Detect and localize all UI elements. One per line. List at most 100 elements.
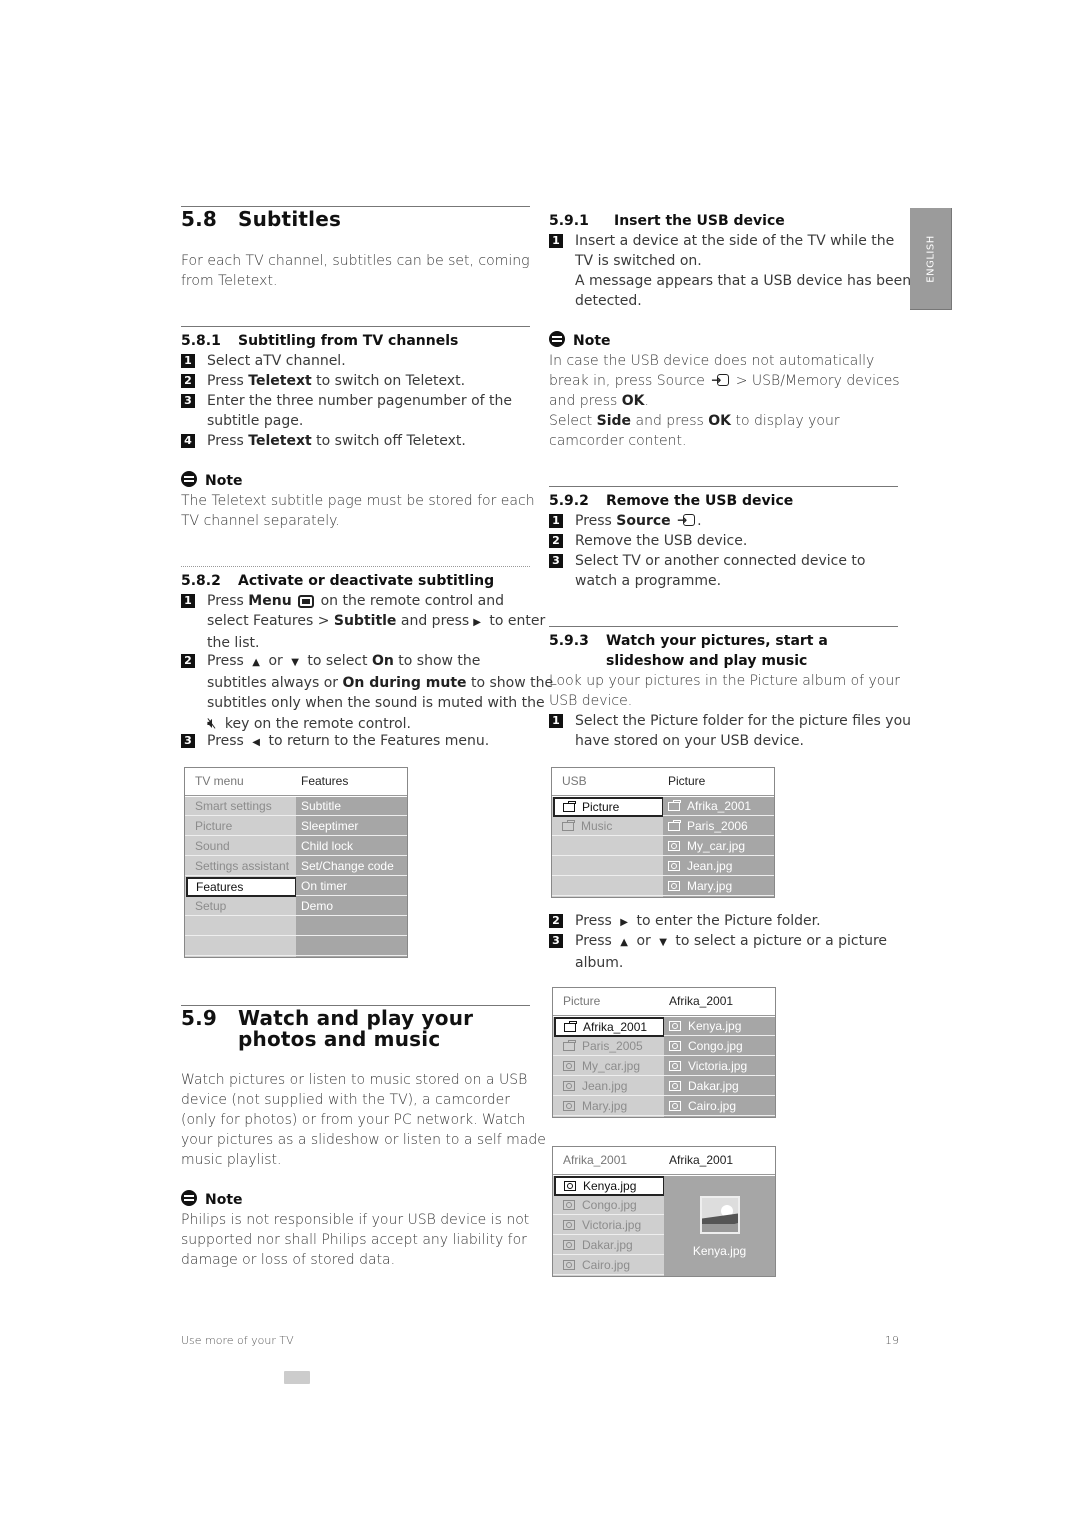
menu-row[interactable]: Paris_2006 — [663, 817, 774, 836]
camera-icon — [669, 1061, 681, 1071]
left-arrow-icon: ◀ — [252, 737, 260, 748]
up-arrow-icon: ▲ — [252, 657, 260, 668]
menu-row[interactable]: Subtitle — [296, 797, 407, 816]
menu-row[interactable]: Afrika_2001 — [663, 797, 774, 816]
step-item: 1 Insert a device at the side of the TV … — [549, 231, 911, 311]
menu-row[interactable]: Smart settings — [185, 797, 296, 816]
menu-left-column: Picture Music — [552, 797, 664, 897]
menu-row-label: Setup — [195, 899, 227, 913]
camera-icon — [669, 1081, 681, 1091]
menu-row[interactable]: Set/Change code — [296, 857, 407, 876]
menu-row-label: Victoria.jpg — [582, 1218, 642, 1232]
menu-header: TV menu Features — [185, 768, 407, 796]
text: Press — [207, 653, 249, 669]
menu-row-label: Dakar.jpg — [582, 1238, 633, 1252]
menu-row[interactable]: Cairo.jpg — [553, 1256, 664, 1275]
menu-row[interactable]: Sleeptimer — [296, 817, 407, 836]
menu-row[interactable]: Demo — [296, 897, 407, 916]
text: The Teletext subtitle page must be store… — [181, 493, 535, 509]
text: to enter — [484, 613, 546, 629]
text: on the remote control and — [316, 593, 505, 609]
menu-row[interactable]: Jean.jpg — [553, 1077, 664, 1096]
menu-row[interactable]: Mary.jpg — [553, 1097, 664, 1116]
text: break in, press Source — [549, 373, 710, 389]
text: watch a programme. — [575, 573, 722, 589]
menu-row-label: Jean.jpg — [582, 1079, 628, 1093]
subsection-number: 5.9.2 — [549, 493, 589, 509]
menu-row[interactable]: My_car.jpg — [553, 1057, 664, 1076]
menu-header: USB Picture — [552, 768, 774, 796]
menu-left-column: Afrika_2001 Paris_2005 My_car.jpg Jean.jpg M… — [553, 1017, 665, 1117]
step-text: Press Source . — [575, 510, 702, 531]
menu-row-label: Victoria.jpg — [688, 1059, 748, 1073]
menu-row[interactable]: Sound — [185, 837, 296, 856]
menu-row[interactable]: Victoria.jpg — [664, 1057, 775, 1076]
step-number-badge: 3 — [181, 394, 195, 408]
menu-row[interactable]: Kenya.jpg — [554, 1176, 665, 1196]
menu-row[interactable]: Mary.jpg — [663, 877, 774, 896]
menu-row[interactable]: Jean.jpg — [663, 857, 774, 876]
menu-header-right: Afrika_2001 — [669, 994, 734, 1008]
menu-header-left: TV menu — [195, 774, 244, 788]
menu-row-label: On timer — [301, 879, 348, 893]
menu-header-left: Afrika_2001 — [563, 1153, 628, 1167]
text: (only for photos) or from your PC networ… — [181, 1112, 526, 1128]
step-number-badge: 2 — [181, 654, 195, 668]
camera-icon — [669, 1041, 681, 1051]
menu-row[interactable]: On timer — [296, 877, 407, 896]
footer-section-title: Use more of your TV — [181, 1334, 294, 1347]
menu-row-label: Congo.jpg — [582, 1198, 637, 1212]
menu-header: Picture Afrika_2001 — [553, 988, 775, 1016]
menu-row[interactable] — [296, 917, 407, 936]
menu-row[interactable]: Afrika_2001 — [554, 1017, 665, 1037]
down-arrow-icon: ▼ — [659, 937, 667, 948]
step-text: Press ▶ to enter the Picture folder. — [575, 911, 821, 933]
menu-row[interactable]: Dakar.jpg — [664, 1077, 775, 1096]
text: or — [632, 933, 656, 949]
menu-row-label: Smart settings — [195, 799, 272, 813]
note-heading: Note — [181, 471, 243, 491]
step-item: 1 Press Menu on the remote control and s… — [181, 591, 545, 651]
note-text: The Teletext subtitle page must be store… — [181, 491, 536, 531]
image-thumbnail — [700, 1196, 740, 1234]
menu-row[interactable]: Cairo.jpg — [664, 1097, 775, 1116]
step-number-badge: 1 — [549, 514, 563, 528]
menu-row[interactable] — [552, 837, 663, 856]
album-menu-screenshot: Afrika_2001 Afrika_2001 Kenya.jpg Congo.j… — [552, 1146, 776, 1277]
menu-row[interactable]: Kenya.jpg — [664, 1017, 775, 1036]
menu-row[interactable]: Music — [552, 817, 663, 836]
menu-row[interactable] — [296, 937, 407, 956]
menu-row[interactable]: Setup — [185, 897, 296, 916]
folder-icon — [564, 1021, 577, 1032]
menu-row[interactable]: Child lock — [296, 837, 407, 856]
menu-row[interactable]: Features — [186, 877, 297, 897]
menu-row[interactable]: Victoria.jpg — [553, 1216, 664, 1235]
menu-row[interactable]: Picture — [185, 817, 296, 836]
text: your pictures as a slideshow or listen t… — [181, 1132, 546, 1148]
text: Press — [207, 373, 249, 389]
note-text: Philips is not responsible if your USB d… — [181, 1210, 541, 1270]
menu-row-label: Picture — [582, 800, 620, 814]
menu-row[interactable] — [552, 877, 663, 896]
menu-row[interactable]: Paris_2005 — [553, 1037, 664, 1056]
step-item: 1 Select the Picture folder for the pict… — [549, 711, 911, 751]
note-text: In case the USB device does not automati… — [549, 351, 909, 451]
language-tab-label: ENGLISH — [925, 234, 936, 283]
menu-header-left: Picture — [563, 994, 601, 1008]
menu-row[interactable]: Congo.jpg — [553, 1196, 664, 1215]
text: subtitle page. — [207, 413, 304, 429]
menu-row[interactable] — [185, 937, 296, 956]
menu-row[interactable] — [552, 857, 663, 876]
subsection-number: 5.8.1 — [181, 333, 221, 349]
text: In case the USB device does not automati… — [549, 353, 875, 369]
menu-row[interactable] — [185, 917, 296, 936]
menu-row[interactable]: Dakar.jpg — [553, 1236, 664, 1255]
menu-row[interactable]: My_car.jpg — [663, 837, 774, 856]
menu-row[interactable]: Congo.jpg — [664, 1037, 775, 1056]
menu-row-label: Picture — [195, 819, 233, 833]
step-text: Enter the three number pagenumber of the… — [207, 391, 512, 431]
menu-row[interactable]: Settings assistant — [185, 857, 296, 876]
menu-row[interactable]: Picture — [553, 797, 664, 817]
menu-item-name: Subtitle — [333, 613, 397, 629]
menu-left-column: Kenya.jpg Congo.jpg Victoria.jpg Dakar.jpg C… — [553, 1176, 665, 1276]
